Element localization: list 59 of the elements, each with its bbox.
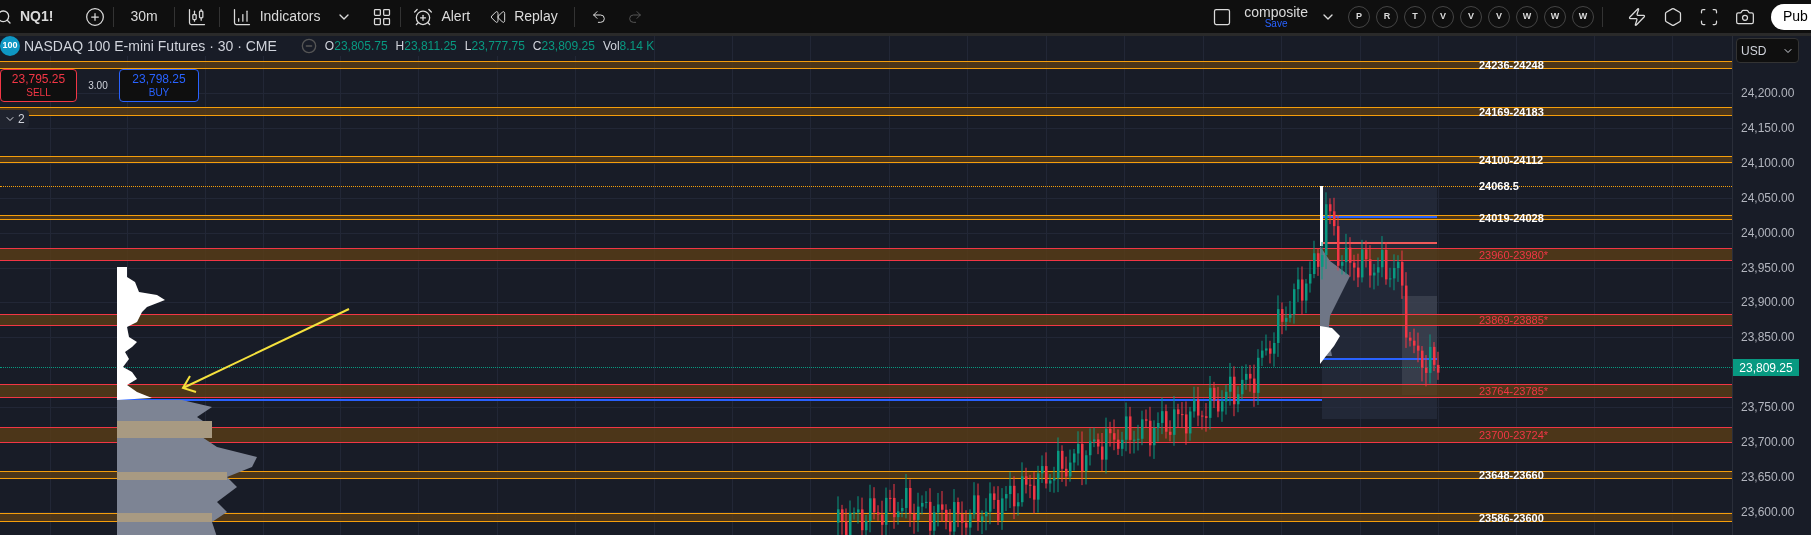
price-tick: 23,750.00 — [1741, 401, 1795, 414]
alarm-clock-icon[interactable] — [413, 6, 434, 27]
layout-name[interactable]: composite — [1244, 4, 1308, 19]
price-tick: 24,100.00 — [1741, 156, 1795, 169]
grid-icon[interactable] — [372, 6, 393, 27]
price-tick: 24,000.00 — [1741, 226, 1795, 239]
zone-label: 24169-24183 — [1479, 106, 1544, 118]
ohlc-value: 23,811.25 — [404, 38, 457, 55]
ohlc-key: H — [395, 37, 405, 55]
candles-icon[interactable] — [186, 6, 207, 27]
ohlc-value: 8.14 K — [619, 38, 655, 55]
zone-label: 24236-24248 — [1479, 60, 1544, 71]
lightning-icon[interactable] — [1627, 6, 1647, 27]
price-tick: 23,900.00 — [1741, 296, 1795, 309]
replay-button[interactable]: Replay — [506, 6, 566, 27]
price-tick: 23,700.00 — [1741, 436, 1795, 449]
price-tick: 23,850.00 — [1741, 331, 1795, 344]
rewind-icon[interactable] — [490, 8, 507, 25]
zone-label: 23960-23980* — [1479, 249, 1549, 261]
indicators-toggle[interactable]: 2 — [0, 110, 29, 128]
ohlc-value: 23,809.25 — [541, 38, 595, 55]
ohlc-key: L — [464, 37, 472, 55]
spread-value: 3.00 — [87, 79, 109, 93]
zone-label: 23648-23660 — [1479, 470, 1544, 481]
currency-select[interactable]: USD — [1736, 38, 1799, 63]
undo-icon[interactable] — [590, 8, 607, 25]
zone-label: 23586-23600 — [1479, 512, 1544, 524]
fullscreen-icon[interactable] — [1699, 6, 1719, 27]
price-tick: 23,950.00 — [1741, 261, 1795, 274]
price-tick: 24,050.00 — [1741, 191, 1795, 204]
buy-button[interactable]: 23,798.25 BUY — [119, 69, 199, 102]
indicators-button[interactable]: Indicators — [251, 6, 329, 27]
symbol-search[interactable]: NQ1! — [20, 6, 54, 27]
ohlc-value: 23,777.75 — [471, 38, 525, 55]
zone-label: 24068.5 — [1479, 181, 1519, 192]
zone-label: 23869-23885* — [1479, 315, 1549, 326]
zone-label: 23700-23724* — [1479, 430, 1549, 441]
indicators-icon[interactable] — [231, 6, 252, 27]
publish-button[interactable]: Pub — [1771, 3, 1811, 30]
interval-button[interactable]: 30m — [122, 6, 166, 27]
settings-icon[interactable] — [1663, 6, 1683, 27]
last-price-badge: 23,809.25 — [1733, 359, 1799, 376]
ohlc-key: O — [324, 37, 335, 55]
sell-button[interactable]: 23,795.25 SELL — [0, 69, 77, 102]
ohlc-value: 23,805.75 — [334, 38, 388, 55]
price-tick: 24,200.00 — [1741, 87, 1795, 99]
zone-label: 23764-23785* — [1479, 386, 1549, 397]
search-icon[interactable] — [0, 8, 12, 25]
price-tick: 23,650.00 — [1741, 471, 1795, 484]
price-tick: 24,150.00 — [1741, 121, 1795, 134]
layout-checkbox-icon[interactable] — [1212, 6, 1233, 27]
add-symbol-icon[interactable] — [85, 6, 106, 27]
ohlc-key: C — [532, 37, 542, 55]
ohlc-key: Vol — [602, 37, 620, 55]
save-link[interactable]: Save — [1264, 18, 1288, 29]
symbol-logo: 100 — [0, 36, 20, 56]
price-tick: 23,600.00 — [1741, 506, 1795, 518]
symbol-title: NASDAQ 100 E-mini Futures · 30 · CME — [24, 36, 277, 56]
alert-button[interactable]: Alert — [433, 6, 479, 27]
